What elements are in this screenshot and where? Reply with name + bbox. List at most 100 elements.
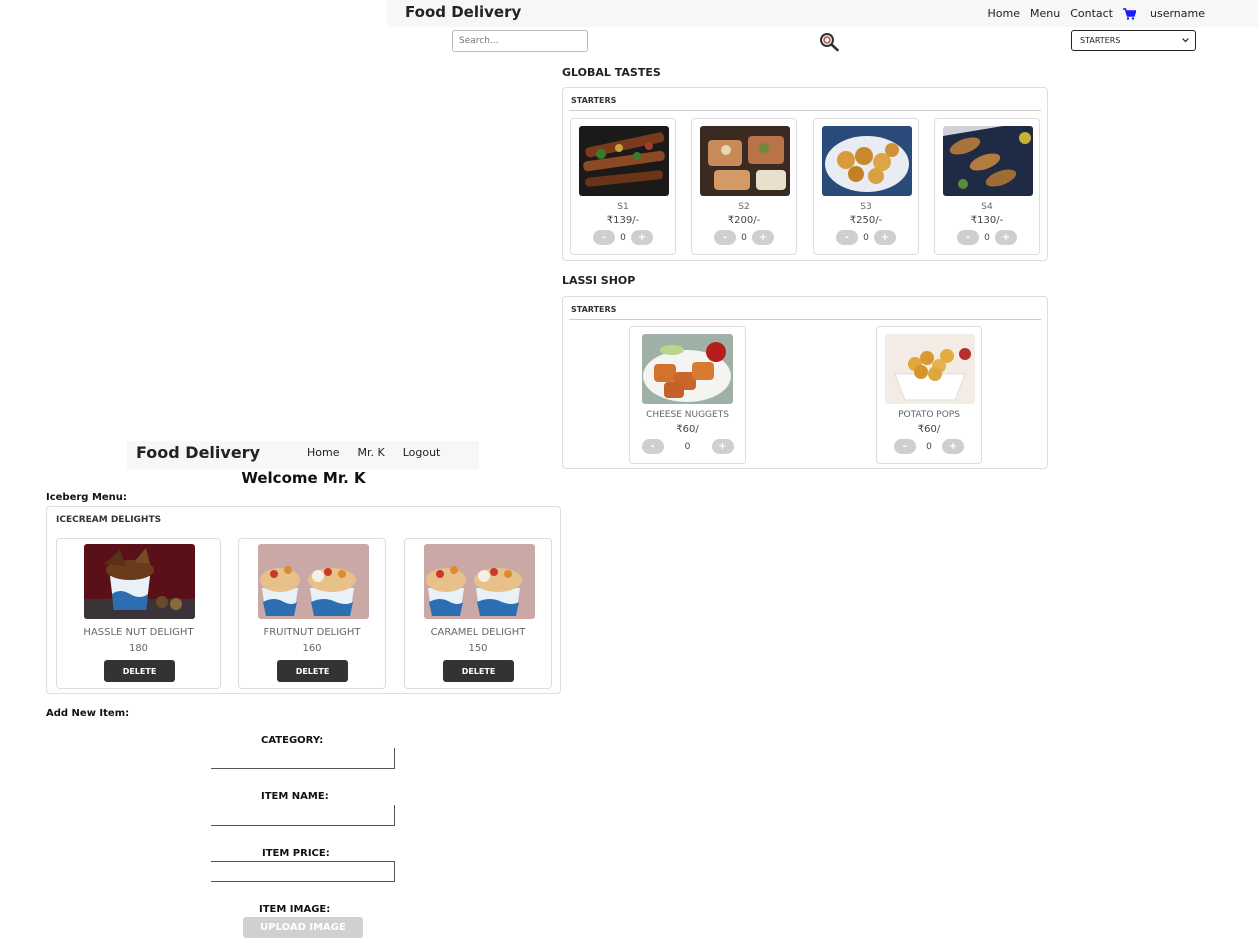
nav-menu[interactable]: Menu xyxy=(1030,7,1060,20)
quantity-stepper: - 0 + xyxy=(935,230,1039,245)
quantity-value: 0 xyxy=(684,441,691,452)
quantity-stepper: - 0 + xyxy=(692,230,796,245)
food-image xyxy=(258,544,369,619)
delete-button[interactable]: DELETE xyxy=(443,660,514,682)
food-image xyxy=(943,126,1033,196)
menu-card: CHEESE NUGGETS ₹60/ - 0 + xyxy=(629,326,746,464)
item-price: ₹130/- xyxy=(970,215,1004,226)
food-image xyxy=(84,544,195,619)
food-image xyxy=(424,544,535,619)
decrease-button[interactable]: - xyxy=(894,439,916,454)
item-name: CHEESE NUGGETS xyxy=(646,410,729,420)
item-name: S4 xyxy=(981,202,993,212)
item-price-label: ITEM PRICE: xyxy=(262,848,330,859)
item-price: ₹250/- xyxy=(849,215,883,226)
increase-button[interactable]: + xyxy=(631,230,653,245)
top-nav: Home Menu Contact username xyxy=(988,0,1258,27)
quantity-value: 0 xyxy=(926,441,932,452)
delete-button[interactable]: DELETE xyxy=(104,660,175,682)
item-name: CARAMEL DELIGHT xyxy=(430,627,526,638)
welcome-heading: Welcome Mr. K xyxy=(241,469,366,487)
admin-nav: Home Mr. K Logout xyxy=(307,446,458,459)
decrease-button[interactable]: - xyxy=(836,230,858,245)
search-input[interactable] xyxy=(452,30,588,52)
item-price: 150 xyxy=(468,643,488,654)
increase-button[interactable]: + xyxy=(942,439,964,454)
food-image xyxy=(579,126,669,196)
menu-card: S4 ₹130/- - 0 + xyxy=(934,118,1040,255)
increase-button[interactable]: + xyxy=(752,230,774,245)
item-name: S1 xyxy=(617,202,629,212)
restaurant-title: GLOBAL TASTES xyxy=(562,66,661,79)
quantity-stepper: - 0 + xyxy=(877,439,981,454)
increase-button[interactable]: + xyxy=(874,230,896,245)
food-image xyxy=(822,126,912,196)
brand-logo[interactable]: Food Delivery xyxy=(405,3,521,21)
restaurant-panel: STARTERS S1 ₹139/- - 0 + S2 ₹200/- - 0 +… xyxy=(562,87,1048,261)
admin-nav-home[interactable]: Home xyxy=(307,446,339,459)
admin-item-card: HASSLE NUT DELIGHT 180 DELETE xyxy=(56,538,221,689)
menu-card: POTATO POPS ₹60/ - 0 + xyxy=(876,326,982,464)
upload-image-button[interactable]: UPLOAD IMAGE xyxy=(243,917,363,938)
admin-item-card: FRUITNUT DELIGHT 160 DELETE xyxy=(238,538,386,689)
food-image xyxy=(700,126,790,196)
admin-item-card: CARAMEL DELIGHT 150 DELETE xyxy=(404,538,552,689)
divider xyxy=(569,319,1041,320)
restaurant-panel: STARTERS CHEESE NUGGETS ₹60/ - 0 + POTAT… xyxy=(562,296,1048,469)
menu-card: S2 ₹200/- - 0 + xyxy=(691,118,797,255)
item-price: ₹60/ xyxy=(676,424,699,435)
add-item-title: Add New Item: xyxy=(46,708,130,719)
increase-button[interactable]: + xyxy=(711,439,734,454)
nav-home[interactable]: Home xyxy=(988,7,1020,20)
menu-card: S1 ₹139/- - 0 + xyxy=(570,118,676,255)
admin-menu-panel: ICECREAM DELIGHTS HASSLE NUT DELIGHT 180… xyxy=(46,506,561,694)
decrease-button[interactable]: - xyxy=(641,439,664,454)
item-price: ₹60/ xyxy=(917,424,941,435)
quantity-value: 0 xyxy=(741,232,747,243)
menu-title: Iceberg Menu: xyxy=(46,492,127,503)
category-heading: ICECREAM DELIGHTS xyxy=(56,515,162,525)
category-field[interactable] xyxy=(211,748,395,769)
quantity-stepper: - 0 + xyxy=(571,230,675,245)
item-price: ₹139/- xyxy=(606,215,640,226)
nav-contact[interactable]: Contact xyxy=(1070,7,1113,20)
food-image xyxy=(642,334,733,404)
delete-button[interactable]: DELETE xyxy=(277,660,348,682)
admin-brand-logo[interactable]: Food Delivery xyxy=(136,443,260,462)
quantity-value: 0 xyxy=(984,232,990,243)
cart-icon[interactable] xyxy=(1123,7,1136,20)
item-name: HASSLE NUT DELIGHT xyxy=(83,627,194,638)
category-select[interactable]: STARTERS xyxy=(1071,30,1196,51)
search-icon[interactable] xyxy=(817,32,843,52)
admin-navbar: Food Delivery Home Mr. K Logout xyxy=(127,441,479,469)
category-heading: STARTERS xyxy=(571,305,617,314)
restaurant-title: LASSI SHOP xyxy=(562,274,636,287)
category-label: CATEGORY: xyxy=(261,735,324,746)
username-link[interactable]: username xyxy=(1150,7,1205,20)
item-name: FRUITNUT DELIGHT xyxy=(263,627,361,638)
item-name: POTATO POPS xyxy=(898,410,960,420)
decrease-button[interactable]: - xyxy=(714,230,736,245)
quantity-stepper: - 0 + xyxy=(630,439,745,454)
item-name-label: ITEM NAME: xyxy=(261,791,329,802)
chevron-down-icon xyxy=(1182,36,1189,45)
decrease-button[interactable]: - xyxy=(957,230,979,245)
item-price: 160 xyxy=(302,643,322,654)
quantity-value: 0 xyxy=(620,232,626,243)
item-price: 180 xyxy=(128,643,149,654)
item-name-field[interactable] xyxy=(211,805,395,826)
menu-card: S3 ₹250/- - 0 + xyxy=(813,118,919,255)
category-select-value: STARTERS xyxy=(1080,36,1121,45)
quantity-value: 0 xyxy=(863,232,869,243)
item-price-field[interactable] xyxy=(211,861,395,882)
category-heading: STARTERS xyxy=(571,96,617,105)
item-name: S2 xyxy=(738,202,750,212)
increase-button[interactable]: + xyxy=(995,230,1017,245)
decrease-button[interactable]: - xyxy=(593,230,615,245)
item-image-label: ITEM IMAGE: xyxy=(259,904,331,915)
food-image xyxy=(885,334,975,404)
admin-nav-user[interactable]: Mr. K xyxy=(357,446,384,459)
admin-nav-logout[interactable]: Logout xyxy=(403,446,441,459)
top-navbar: Food Delivery Home Menu Contact username xyxy=(387,0,1258,27)
divider xyxy=(569,110,1041,111)
